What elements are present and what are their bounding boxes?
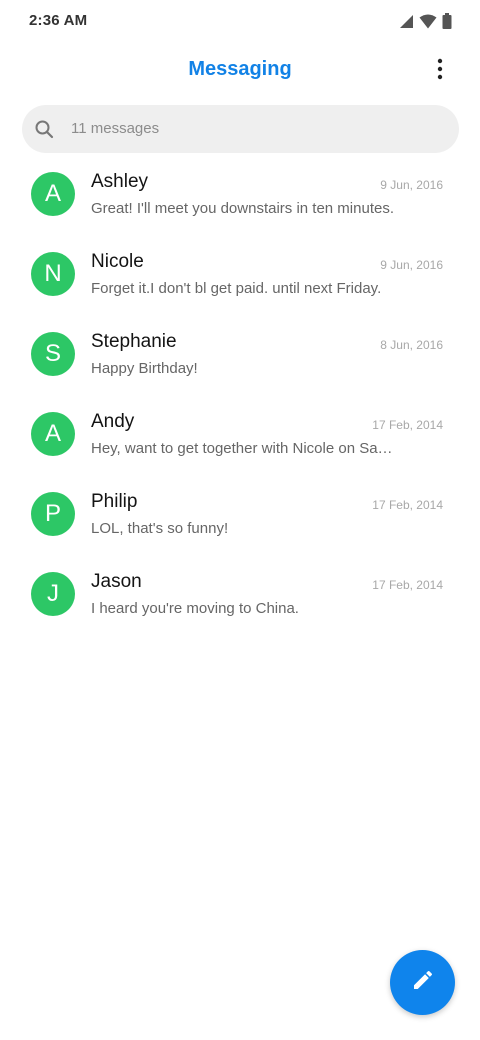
contact-name: Jason bbox=[91, 571, 142, 592]
message-date: 8 Jun, 2016 bbox=[380, 338, 443, 352]
status-icons bbox=[399, 13, 452, 29]
search-icon bbox=[34, 119, 54, 139]
message-date: 9 Jun, 2016 bbox=[380, 258, 443, 272]
message-date: 17 Feb, 2014 bbox=[372, 418, 443, 432]
app-header: Messaging bbox=[0, 50, 480, 94]
wifi-icon bbox=[419, 14, 437, 29]
contact-name: Nicole bbox=[91, 251, 144, 272]
contact-name: Philip bbox=[91, 491, 138, 512]
page-title: Messaging bbox=[188, 58, 292, 80]
search-bar[interactable]: 11 messages bbox=[22, 105, 459, 153]
signal-icon bbox=[399, 14, 414, 29]
conversation-item[interactable]: A Andy 17 Feb, 2014 Hey, want to get tog… bbox=[0, 400, 480, 480]
avatar: P bbox=[31, 492, 75, 536]
message-date: 17 Feb, 2014 bbox=[372, 498, 443, 512]
status-time: 2:36 AM bbox=[29, 12, 88, 29]
status-bar: 2:36 AM bbox=[0, 0, 480, 44]
conversation-list: A Ashley 9 Jun, 2016 Great! I'll meet yo… bbox=[0, 160, 480, 640]
contact-name: Stephanie bbox=[91, 331, 177, 352]
battery-icon bbox=[442, 13, 452, 29]
conversation-item[interactable]: A Ashley 9 Jun, 2016 Great! I'll meet yo… bbox=[0, 160, 480, 240]
avatar: A bbox=[31, 172, 75, 216]
more-options-button[interactable] bbox=[426, 56, 454, 86]
more-vertical-icon bbox=[437, 57, 443, 86]
message-preview: Forget it.I don't bl get paid. until nex… bbox=[91, 280, 382, 297]
search-placeholder: 11 messages bbox=[71, 120, 160, 137]
message-date: 17 Feb, 2014 bbox=[372, 578, 443, 592]
pencil-icon bbox=[411, 968, 435, 997]
conversation-item[interactable]: J Jason 17 Feb, 2014 I heard you're movi… bbox=[0, 560, 480, 640]
avatar: A bbox=[31, 412, 75, 456]
message-preview: I heard you're moving to China. bbox=[91, 600, 299, 617]
message-preview: Hey, want to get together with Nicole on… bbox=[91, 440, 396, 457]
contact-name: Ashley bbox=[91, 171, 149, 192]
message-preview: LOL, that's so funny! bbox=[91, 520, 229, 537]
compose-button[interactable] bbox=[390, 950, 455, 1015]
conversation-item[interactable]: N Nicole 9 Jun, 2016 Forget it.I don't b… bbox=[0, 240, 480, 320]
avatar: J bbox=[31, 572, 75, 616]
message-preview: Happy Birthday! bbox=[91, 360, 198, 377]
contact-name: Andy bbox=[91, 411, 135, 432]
avatar: S bbox=[31, 332, 75, 376]
conversation-item[interactable]: P Philip 17 Feb, 2014 LOL, that's so fun… bbox=[0, 480, 480, 560]
message-preview: Great! I'll meet you downstairs in ten m… bbox=[91, 200, 394, 217]
avatar: N bbox=[31, 252, 75, 296]
message-date: 9 Jun, 2016 bbox=[380, 178, 443, 192]
conversation-item[interactable]: S Stephanie 8 Jun, 2016 Happy Birthday! bbox=[0, 320, 480, 400]
